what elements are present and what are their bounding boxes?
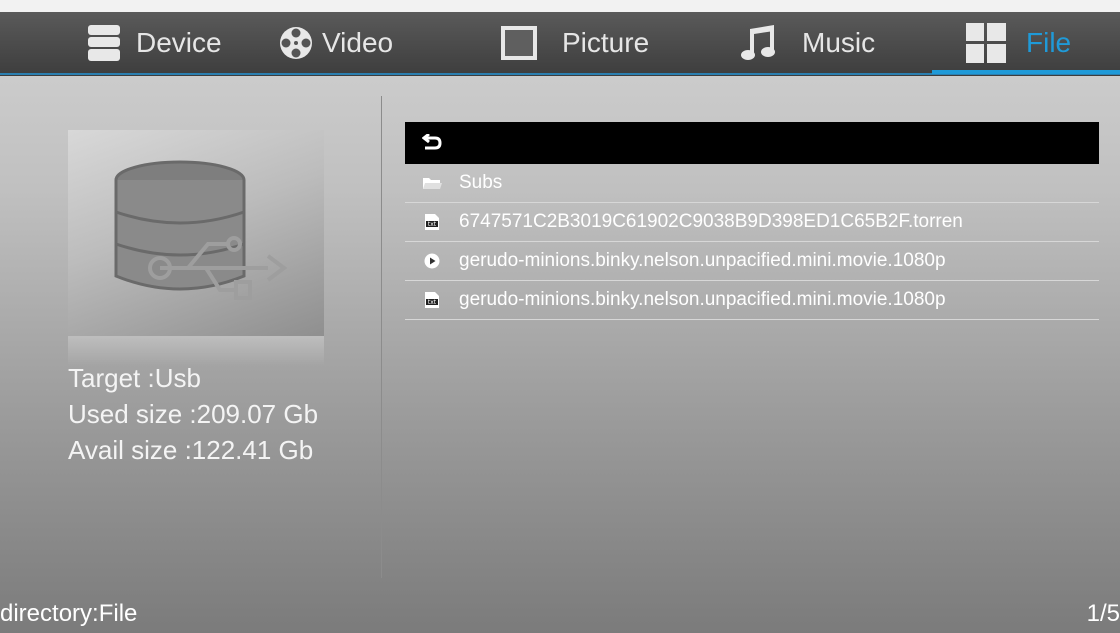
target-label: Target :Usb bbox=[68, 363, 201, 393]
usb-storage-icon bbox=[114, 160, 288, 300]
list-item-folder[interactable]: Subs bbox=[405, 164, 1099, 203]
picture-icon bbox=[501, 26, 537, 60]
tab-label: Picture bbox=[562, 27, 650, 58]
device-info: Target :Usb Used size :209.07 Gb Avail s… bbox=[68, 360, 328, 468]
active-tab-indicator bbox=[932, 70, 1120, 74]
top-tab-bar: Device Video Picture Music File bbox=[0, 0, 1120, 76]
tab-label: File bbox=[1026, 27, 1072, 58]
txt-file-icon: txt bbox=[419, 289, 445, 311]
tab-device[interactable]: Device bbox=[86, 14, 222, 72]
tab-file[interactable]: File bbox=[966, 14, 1071, 72]
list-item-file[interactable]: txt gerudo-minions.binky.nelson.unpacifi… bbox=[405, 281, 1099, 320]
list-item-label: gerudo-minions.binky.nelson.unpacified.m… bbox=[459, 250, 946, 271]
database-icon bbox=[88, 25, 120, 61]
folder-icon bbox=[419, 172, 445, 194]
svg-text:txt: txt bbox=[428, 221, 437, 228]
tab-label: Device bbox=[136, 27, 222, 58]
list-item-label: Subs bbox=[459, 172, 503, 193]
tab-music[interactable]: Music bbox=[740, 14, 875, 72]
usb-storage-image bbox=[68, 130, 324, 336]
page-indicator: 1/5 bbox=[1086, 600, 1120, 627]
list-item-label: gerudo-minions.binky.nelson.unpacified.m… bbox=[459, 289, 946, 310]
txt-file-icon: txt bbox=[419, 211, 445, 233]
list-item-file[interactable]: txt 6747571C2B3019C61902C9038B9D398ED1C6… bbox=[405, 203, 1099, 242]
tab-label: Video bbox=[322, 27, 394, 58]
used-size-label: Used size :209.07 Gb bbox=[68, 399, 319, 429]
avail-size-label: Avail size :122.41 Gb bbox=[68, 435, 314, 465]
panel-divider bbox=[381, 96, 382, 578]
svg-text:txt: txt bbox=[428, 299, 437, 306]
tab-video[interactable]: Video bbox=[278, 14, 393, 72]
directory-label: directory:File bbox=[0, 600, 138, 627]
back-arrow-icon bbox=[419, 132, 445, 154]
tab-picture[interactable]: Picture bbox=[500, 14, 649, 72]
list-item-back[interactable] bbox=[405, 122, 1099, 164]
music-note-icon bbox=[741, 25, 775, 60]
film-reel-icon bbox=[280, 27, 312, 59]
tab-label: Music bbox=[802, 27, 876, 58]
file-list: Subs txt 6747571C2B3019C61902C9038B9D398… bbox=[405, 122, 1099, 320]
grid-icon bbox=[966, 23, 1006, 63]
play-icon bbox=[419, 250, 445, 272]
list-item-label: 6747571C2B3019C61902C9038B9D398ED1C65B2F… bbox=[459, 211, 963, 232]
list-item-video[interactable]: gerudo-minions.binky.nelson.unpacified.m… bbox=[405, 242, 1099, 281]
